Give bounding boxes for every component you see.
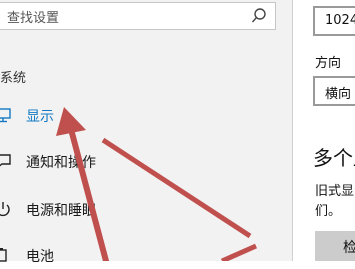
sidebar-item-power[interactable]: 电源和睡眠 bbox=[0, 197, 280, 223]
sidebar-item-notifications[interactable]: 通知和操作 bbox=[0, 149, 280, 175]
orientation-label: 方向 bbox=[315, 56, 342, 71]
legacy-text-line2: 们。 bbox=[315, 204, 342, 219]
sidebar-item-label: 电池 bbox=[26, 249, 54, 265]
sidebar-item-label: 通知和操作 bbox=[26, 155, 96, 171]
chat-bubble-icon bbox=[0, 152, 12, 170]
resolution-dropdown[interactable]: 1024 bbox=[313, 6, 355, 36]
monitor-icon bbox=[0, 106, 12, 124]
power-icon bbox=[0, 200, 12, 218]
section-title-system: 系统 bbox=[0, 71, 27, 86]
sidebar-item-battery[interactable]: 电池 bbox=[0, 243, 280, 269]
settings-nav-pane: 查找设置 系统 显示 通知和操作 电源和睡眠 电池 bbox=[0, 0, 292, 265]
multiple-displays-heading: 多个显 bbox=[313, 146, 355, 170]
display-settings-pane: 1024 方向 横向 多个显 旧式显 们。 检 bbox=[292, 0, 355, 261]
detect-button-label: 检 bbox=[343, 237, 355, 257]
orientation-value: 横向 bbox=[325, 87, 352, 102]
search-input[interactable]: 查找设置 bbox=[0, 2, 276, 30]
sidebar-item-label: 显示 bbox=[26, 109, 54, 125]
sidebar-item-display[interactable]: 显示 bbox=[0, 103, 280, 129]
search-placeholder: 查找设置 bbox=[7, 11, 60, 26]
legacy-text-line1: 旧式显 bbox=[315, 184, 355, 199]
sidebar-item-label: 电源和睡眠 bbox=[26, 203, 96, 219]
detect-button[interactable]: 检 bbox=[315, 231, 355, 261]
orientation-dropdown[interactable]: 横向 bbox=[313, 76, 355, 106]
battery-icon bbox=[0, 246, 12, 264]
resolution-value: 1024 bbox=[325, 13, 355, 28]
search-icon[interactable] bbox=[251, 7, 267, 25]
